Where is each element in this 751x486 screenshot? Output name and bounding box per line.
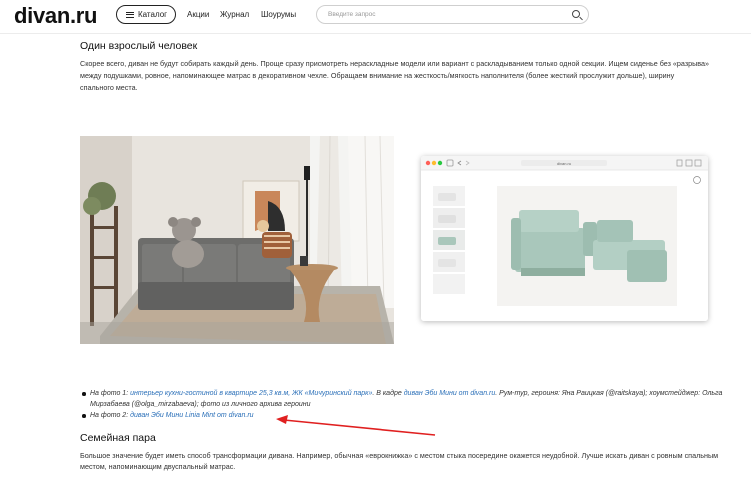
header-divider — [0, 33, 751, 34]
caption-photo-1: На фото 1: интерьер кухни-гостиной в ква… — [82, 388, 730, 410]
nav-link-showrooms[interactable]: Шоурумы — [261, 10, 296, 19]
caption-1-prefix: На фото 1: — [90, 390, 131, 397]
menu-icon — [126, 11, 134, 18]
catalog-label: Каталог — [138, 10, 168, 19]
annotation-arrow-icon — [276, 415, 436, 436]
caption-1-mid: . В кадре — [372, 390, 404, 397]
section-title-single-adult: Один взрослый человек — [80, 40, 198, 52]
site-logo[interactable]: divan.ru — [14, 3, 97, 29]
search-input[interactable]: Введите запрос — [316, 5, 589, 24]
catalog-button[interactable]: Каталог — [116, 5, 176, 24]
site-header: divan.ru Каталог Акции Журнал Шоурумы Вв… — [0, 0, 751, 34]
living-room-photo — [80, 136, 394, 344]
section-title-family-couple: Семейная пара — [80, 432, 156, 444]
caption-2-link-sofa[interactable]: диван Эби Мини Linia Mint от divan.ru — [130, 412, 253, 419]
section-text-single-adult: Скорее всего, диван не будут собирать ка… — [80, 59, 710, 92]
nav-link-sales[interactable]: Акции — [187, 10, 209, 19]
caption-2-prefix: На фото 2: — [90, 412, 131, 419]
caption-1-link-interior[interactable]: интерьер кухни-гостиной в квартире 25,3 … — [130, 390, 372, 397]
nav-link-journal[interactable]: Журнал — [220, 10, 249, 19]
caption-1-link-sofa[interactable]: диван Эби Мини от divan.ru — [404, 390, 496, 397]
section-text-family-couple: Большое значение будет иметь способ тран… — [80, 451, 719, 471]
browser-url: divan.ru — [557, 161, 571, 166]
product-page-screenshot: divan.ru — [421, 156, 708, 321]
search-icon[interactable] — [572, 10, 580, 18]
search-placeholder: Введите запрос — [328, 11, 376, 18]
